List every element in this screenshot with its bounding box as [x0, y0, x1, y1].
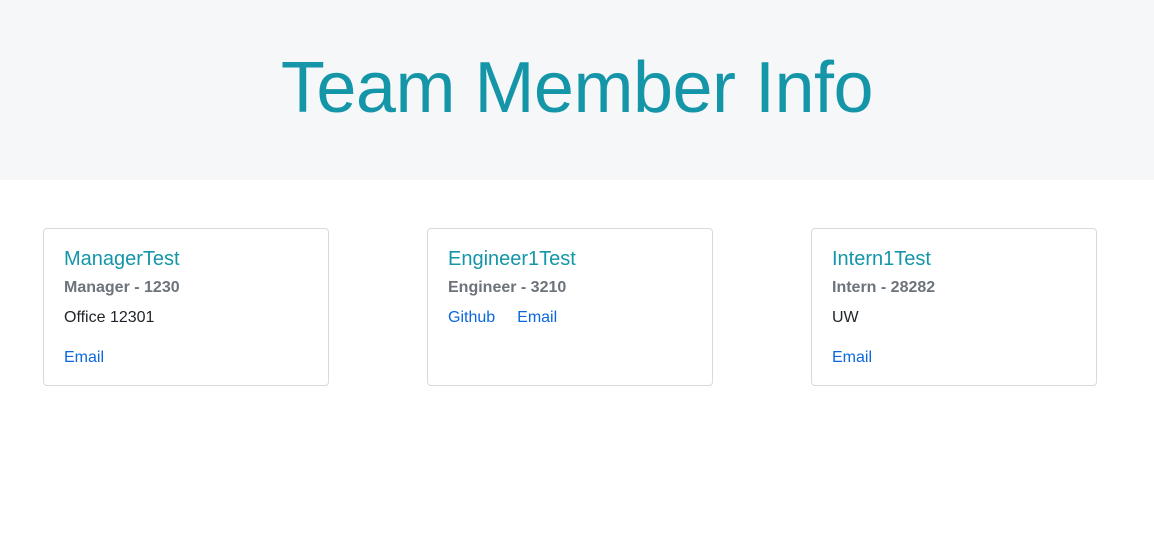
member-role-id: Manager - 1230 — [64, 279, 180, 296]
page-title: Team Member Info — [280, 48, 874, 128]
email-link[interactable]: Email — [64, 349, 104, 366]
page-header: Team Member Info — [0, 0, 1154, 180]
member-email-row: Email — [832, 349, 872, 367]
member-links-row: Github Email — [448, 309, 557, 327]
member-school: UW — [832, 309, 859, 326]
member-role-id: Engineer - 3210 — [448, 279, 567, 296]
team-member-card-intern: Intern1Test Intern - 28282 UW Email — [811, 228, 1097, 386]
member-email-row: Email — [64, 349, 104, 367]
team-member-card-engineer: Engineer1Test Engineer - 3210 Github Emai… — [427, 228, 713, 386]
team-member-card-manager: ManagerTest Manager - 1230 Office 12301 … — [43, 228, 329, 386]
member-name: ManagerTest — [64, 248, 180, 270]
github-link[interactable]: Github — [448, 309, 495, 326]
email-link[interactable]: Email — [832, 349, 872, 366]
member-name: Intern1Test — [832, 248, 931, 270]
email-link[interactable]: Email — [517, 309, 557, 326]
member-role-id: Intern - 28282 — [832, 279, 936, 296]
member-office-number: Office 12301 — [64, 309, 155, 326]
member-name: Engineer1Test — [448, 248, 576, 270]
